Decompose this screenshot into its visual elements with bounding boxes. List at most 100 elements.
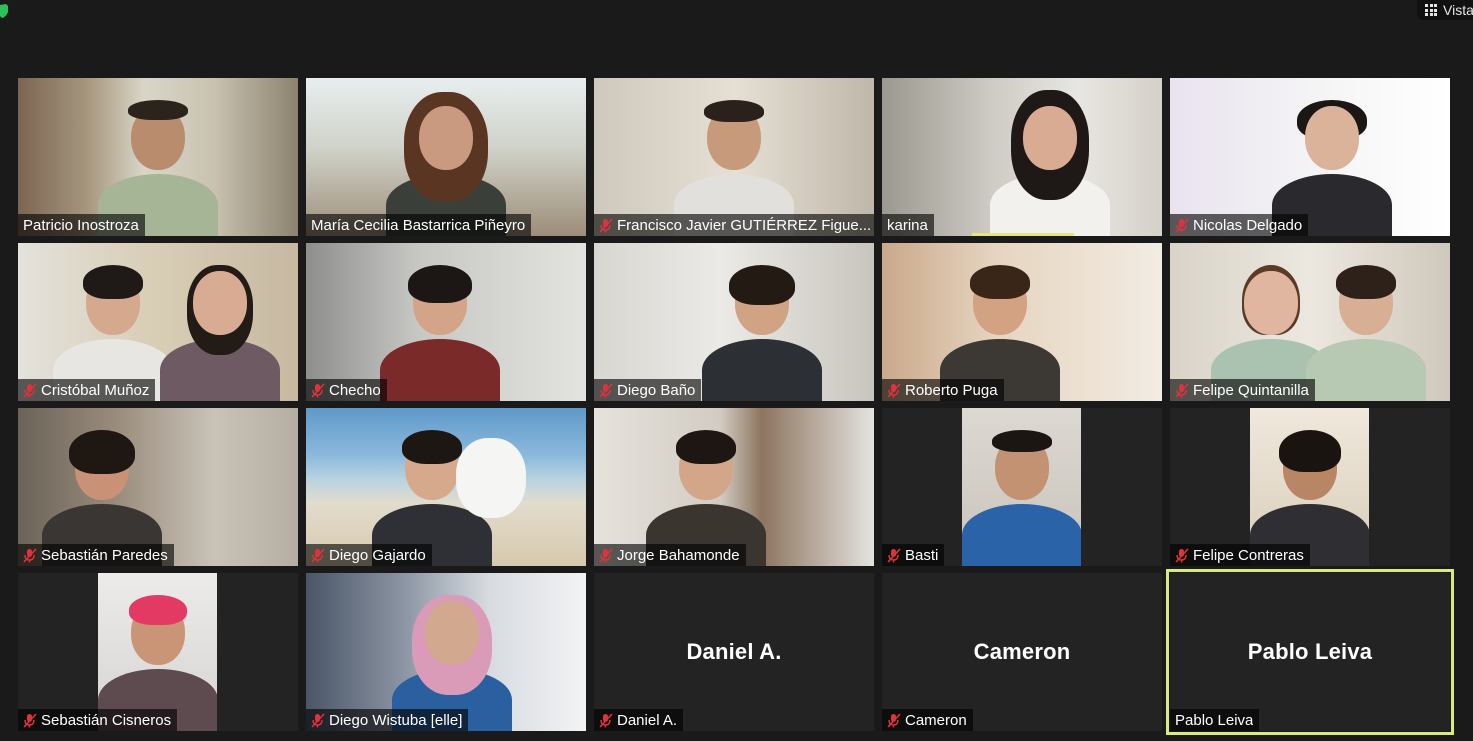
participant-nameplate: Diego Baño (594, 379, 702, 401)
muted-mic-icon (23, 382, 37, 398)
participant-nameplate: Roberto Puga (882, 379, 1004, 401)
participant-nameplate: Cameron (882, 709, 973, 731)
participant-name: Nicolas Delgado (1193, 216, 1303, 234)
participant-nameplate: Francisco Javier GUTIÉRREZ Figue... (594, 214, 874, 236)
participant-tile[interactable]: karina (882, 78, 1162, 236)
participant-display-name: Daniel A. (686, 639, 782, 664)
participant-video (594, 78, 874, 236)
participant-nameplate: Daniel A. (594, 709, 684, 731)
participant-nameplate: María Cecilia Bastarrica Piñeyro (306, 214, 532, 236)
participant-tile-active-speaker[interactable]: Pablo Leiva Pablo Leiva (1166, 569, 1454, 735)
participant-video (882, 408, 1162, 566)
participant-video (306, 78, 586, 236)
participant-display-name: Cameron (973, 639, 1071, 664)
participant-video (1170, 243, 1450, 401)
participant-video (882, 78, 1162, 236)
participant-nameplate: Felipe Contreras (1170, 544, 1310, 566)
participant-name: Cristóbal Muñoz (41, 381, 150, 399)
participant-nameplate: Pablo Leiva (1170, 709, 1260, 731)
participant-video (1170, 408, 1450, 566)
muted-mic-icon (311, 712, 325, 728)
participant-tile[interactable]: María Cecilia Bastarrica Piñeyro (306, 78, 586, 236)
participant-nameplate: Cristóbal Muñoz (18, 379, 156, 401)
participant-name: Roberto Puga (905, 381, 998, 399)
shield-icon (0, 4, 8, 18)
participant-name: Basti (905, 546, 939, 564)
participant-name: María Cecilia Bastarrica Piñeyro (311, 216, 526, 234)
muted-mic-icon (599, 382, 613, 398)
muted-mic-icon (887, 382, 901, 398)
muted-mic-icon (887, 712, 901, 728)
participant-tile[interactable]: Jorge Bahamonde (594, 408, 874, 566)
muted-mic-icon (311, 547, 325, 563)
participant-tile[interactable]: Francisco Javier GUTIÉRREZ Figue... (594, 78, 874, 236)
muted-mic-icon (23, 547, 37, 563)
participant-name: Checho (329, 381, 381, 399)
muted-mic-icon (1175, 217, 1189, 233)
participant-name: Felipe Contreras (1193, 546, 1304, 564)
participant-video (18, 78, 298, 236)
participant-tile[interactable]: Checho (306, 243, 586, 401)
participant-tile[interactable]: Diego Wistuba [elle] (306, 573, 586, 731)
participant-video (1170, 78, 1450, 236)
participant-tile[interactable]: Diego Baño (594, 243, 874, 401)
view-label: Vista (1443, 2, 1473, 18)
participant-tile[interactable]: Cristóbal Muñoz (18, 243, 298, 401)
speaking-indicator (972, 233, 1074, 236)
participant-tile[interactable]: Nicolas Delgado (1170, 78, 1450, 236)
grid-view-icon (1425, 4, 1437, 16)
participant-name: Diego Baño (617, 381, 696, 399)
participant-tile[interactable]: Daniel A. Daniel A. (594, 573, 874, 731)
participant-tile[interactable]: Roberto Puga (882, 243, 1162, 401)
participant-video (306, 243, 586, 401)
participant-name: Diego Gajardo (329, 546, 426, 564)
participant-tile[interactable]: Patricio Inostroza (18, 78, 298, 236)
participant-video (18, 243, 298, 401)
muted-mic-icon (599, 547, 613, 563)
participant-tile[interactable]: Cameron Cameron (882, 573, 1162, 731)
participant-video (594, 408, 874, 566)
participant-name: Jorge Bahamonde (617, 546, 740, 564)
muted-mic-icon (599, 217, 613, 233)
participant-video (882, 243, 1162, 401)
participant-tile[interactable]: Diego Gajardo (306, 408, 586, 566)
participant-name: Diego Wistuba [elle] (329, 711, 463, 729)
participant-name: Patricio Inostroza (23, 216, 139, 234)
participant-nameplate: Diego Gajardo (306, 544, 432, 566)
participant-display-name: Pablo Leiva (1247, 639, 1373, 664)
participant-nameplate: Sebastián Paredes (18, 544, 174, 566)
participant-nameplate: Basti (882, 544, 945, 566)
participant-video (306, 573, 586, 731)
participant-name: karina (887, 216, 928, 234)
participant-nameplate: Diego Wistuba [elle] (306, 709, 469, 731)
participant-name: Sebastián Cisneros (41, 711, 172, 729)
participant-tile[interactable]: Felipe Contreras (1170, 408, 1450, 566)
participant-nameplate: Checho (306, 379, 387, 401)
muted-mic-icon (887, 547, 901, 563)
participant-gallery: Patricio Inostroza María Cecilia Bastarr… (18, 78, 1454, 735)
participant-video (306, 408, 586, 566)
participant-video (18, 408, 298, 566)
participant-nameplate: Jorge Bahamonde (594, 544, 746, 566)
participant-name: Francisco Javier GUTIÉRREZ Figue... (617, 216, 872, 234)
participant-name: Pablo Leiva (1175, 711, 1254, 729)
muted-mic-icon (311, 382, 325, 398)
participant-name: Sebastián Paredes (41, 546, 168, 564)
participant-name: Felipe Quintanilla (1193, 381, 1309, 399)
participant-tile[interactable]: Basti (882, 408, 1162, 566)
participant-nameplate: Sebastián Cisneros (18, 709, 178, 731)
muted-mic-icon (1175, 382, 1189, 398)
participant-tile[interactable]: Sebastián Paredes (18, 408, 298, 566)
participant-video (18, 573, 298, 731)
muted-mic-icon (23, 712, 37, 728)
participant-nameplate: Felipe Quintanilla (1170, 379, 1315, 401)
muted-mic-icon (599, 712, 613, 728)
participant-video (594, 243, 874, 401)
participant-nameplate: Nicolas Delgado (1170, 214, 1309, 236)
view-button[interactable]: Vista (1417, 0, 1473, 20)
participant-name: Daniel A. (617, 711, 678, 729)
participant-tile[interactable]: Sebastián Cisneros (18, 573, 298, 731)
participant-tile[interactable]: Felipe Quintanilla (1170, 243, 1450, 401)
participant-name: Cameron (905, 711, 967, 729)
muted-mic-icon (1175, 547, 1189, 563)
